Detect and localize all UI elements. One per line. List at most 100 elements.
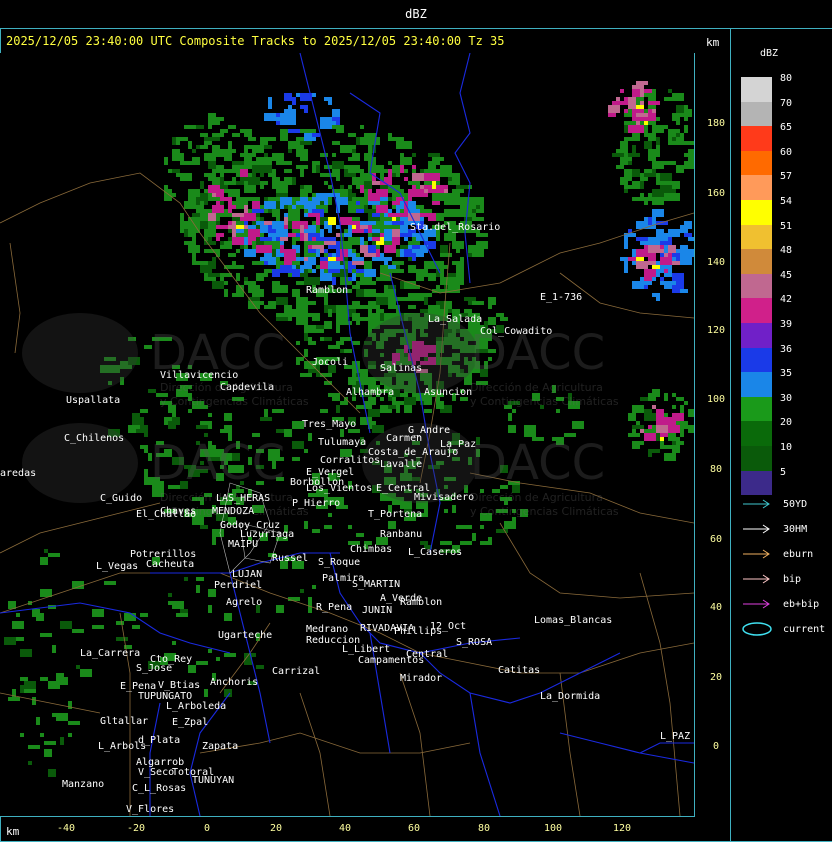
radar-echo-cell	[316, 217, 320, 225]
radar-echo-cell	[664, 193, 668, 201]
radar-echo-cell	[652, 293, 660, 297]
radar-echo-cell	[356, 225, 360, 229]
radar-echo-cell	[276, 253, 280, 257]
radar-echo-cell	[640, 397, 648, 401]
radar-echo-cell	[628, 413, 636, 417]
radar-echo-cell	[396, 141, 400, 149]
watermark-line1-d: Dirección de Agricultura	[470, 491, 603, 504]
radar-echo-cell	[216, 657, 220, 661]
dbz-level-label: 10	[780, 442, 793, 453]
radar-echo-cell	[332, 125, 340, 129]
radar-echo-cell	[636, 433, 640, 437]
radar-echo-cell	[124, 613, 136, 621]
radar-echo-cell	[360, 369, 368, 377]
town-label: L_Caseros	[408, 547, 462, 558]
radar-echo-cell	[176, 613, 188, 617]
radar-echo-cell	[352, 377, 356, 381]
radar-echo-cell	[340, 249, 348, 253]
radar-echo-cell	[392, 137, 400, 141]
town-label: aredas	[0, 468, 36, 479]
radar-echo-cell	[368, 233, 372, 237]
radar-echo-cell	[272, 281, 280, 285]
radar-echo-cell	[28, 745, 40, 749]
radar-echo-cell	[336, 405, 340, 413]
radar-echo-cell	[680, 245, 688, 253]
radar-echo-cell	[208, 605, 212, 613]
watermark-line1-b: Dirección de Agricultura	[470, 381, 603, 394]
radar-echo-cell	[192, 233, 196, 237]
x-tick-label: 20	[270, 823, 283, 834]
x-tick-label: 80	[478, 823, 491, 834]
radar-echo-cell	[688, 425, 694, 433]
radar-echo-cell	[212, 193, 216, 197]
radar-echo-cell	[672, 405, 676, 409]
radar-echo-cell	[276, 285, 288, 293]
radar-echo-cell	[428, 213, 436, 221]
radar-echo-cell	[684, 117, 688, 121]
radar-echo-cell	[660, 245, 664, 249]
radar-echo-cell	[640, 193, 644, 201]
radar-echo-cell	[636, 105, 644, 109]
radar-echo-cell	[228, 157, 232, 161]
radar-echo-cell	[44, 741, 56, 745]
radar-echo-cell	[612, 101, 624, 105]
radar-echo-cell	[316, 325, 324, 329]
radar-echo-cell	[352, 229, 364, 233]
radar-echo-cell	[644, 217, 648, 221]
radar-echo-cell	[624, 169, 632, 177]
radar-echo-cell	[400, 157, 408, 161]
radar-echo-cell	[276, 429, 284, 433]
radar-echo-cell	[208, 161, 212, 169]
radar-map[interactable]: DACC DACC DACC DACC Dirección de Agricul…	[0, 53, 694, 816]
radar-echo-cell	[628, 257, 636, 261]
radar-echo-cell	[420, 249, 424, 257]
radar-echo-cell	[400, 165, 404, 173]
ellipse-icon	[742, 622, 772, 636]
radar-echo-cell	[288, 233, 296, 237]
radar-echo-cell	[216, 117, 224, 121]
radar-echo-cell	[480, 541, 492, 545]
radar-echo-cell	[368, 397, 372, 405]
radar-echo-cell	[212, 241, 216, 245]
radar-echo-cell	[32, 697, 36, 705]
dbz-color-swatch	[741, 199, 772, 225]
radar-echo-cell	[92, 625, 104, 629]
radar-echo-cell	[632, 425, 644, 429]
radar-echo-cell	[208, 649, 212, 653]
town-label: Cacheuta	[146, 559, 194, 570]
town-label: MAIPU	[228, 539, 258, 550]
radar-echo-cell	[296, 341, 300, 345]
dbz-color-swatch	[741, 175, 772, 200]
arrow-right-icon	[743, 599, 770, 609]
radar-echo-cell	[432, 201, 440, 205]
radar-echo-cell	[244, 281, 256, 285]
radar-echo-cell	[36, 613, 44, 621]
radar-echo-cell	[196, 425, 208, 429]
radar-echo-cell	[368, 409, 380, 417]
radar-echo-cell	[188, 665, 196, 673]
radar-echo-cell	[664, 453, 676, 461]
dbz-color-swatch	[741, 372, 772, 397]
radar-echo-cell	[680, 257, 692, 265]
radar-echo-cell	[632, 197, 640, 201]
radar-echo-cell	[436, 193, 440, 197]
radar-echo-cell	[344, 233, 352, 237]
radar-echo-cell	[384, 245, 396, 253]
radar-echo-cell	[320, 337, 324, 341]
radar-echo-cell	[404, 193, 408, 197]
radar-echo-cell	[668, 129, 676, 137]
radar-echo-cell	[180, 213, 184, 221]
radar-echo-cell	[212, 133, 216, 137]
radar-echo-cell	[72, 581, 84, 589]
radar-echo-cell	[304, 521, 308, 529]
radar-echo-cell	[192, 213, 200, 217]
radar-echo-cell	[300, 373, 312, 377]
radar-echo-cell	[636, 81, 648, 85]
radar-echo-cell	[276, 317, 288, 321]
radar-echo-cell	[292, 265, 296, 269]
radar-echo-cell	[456, 525, 468, 529]
town-label: V_Seco	[138, 767, 174, 778]
y-tick-label: 40	[710, 602, 723, 613]
radar-echo-cell	[208, 225, 216, 229]
radar-echo-cell	[172, 169, 180, 173]
